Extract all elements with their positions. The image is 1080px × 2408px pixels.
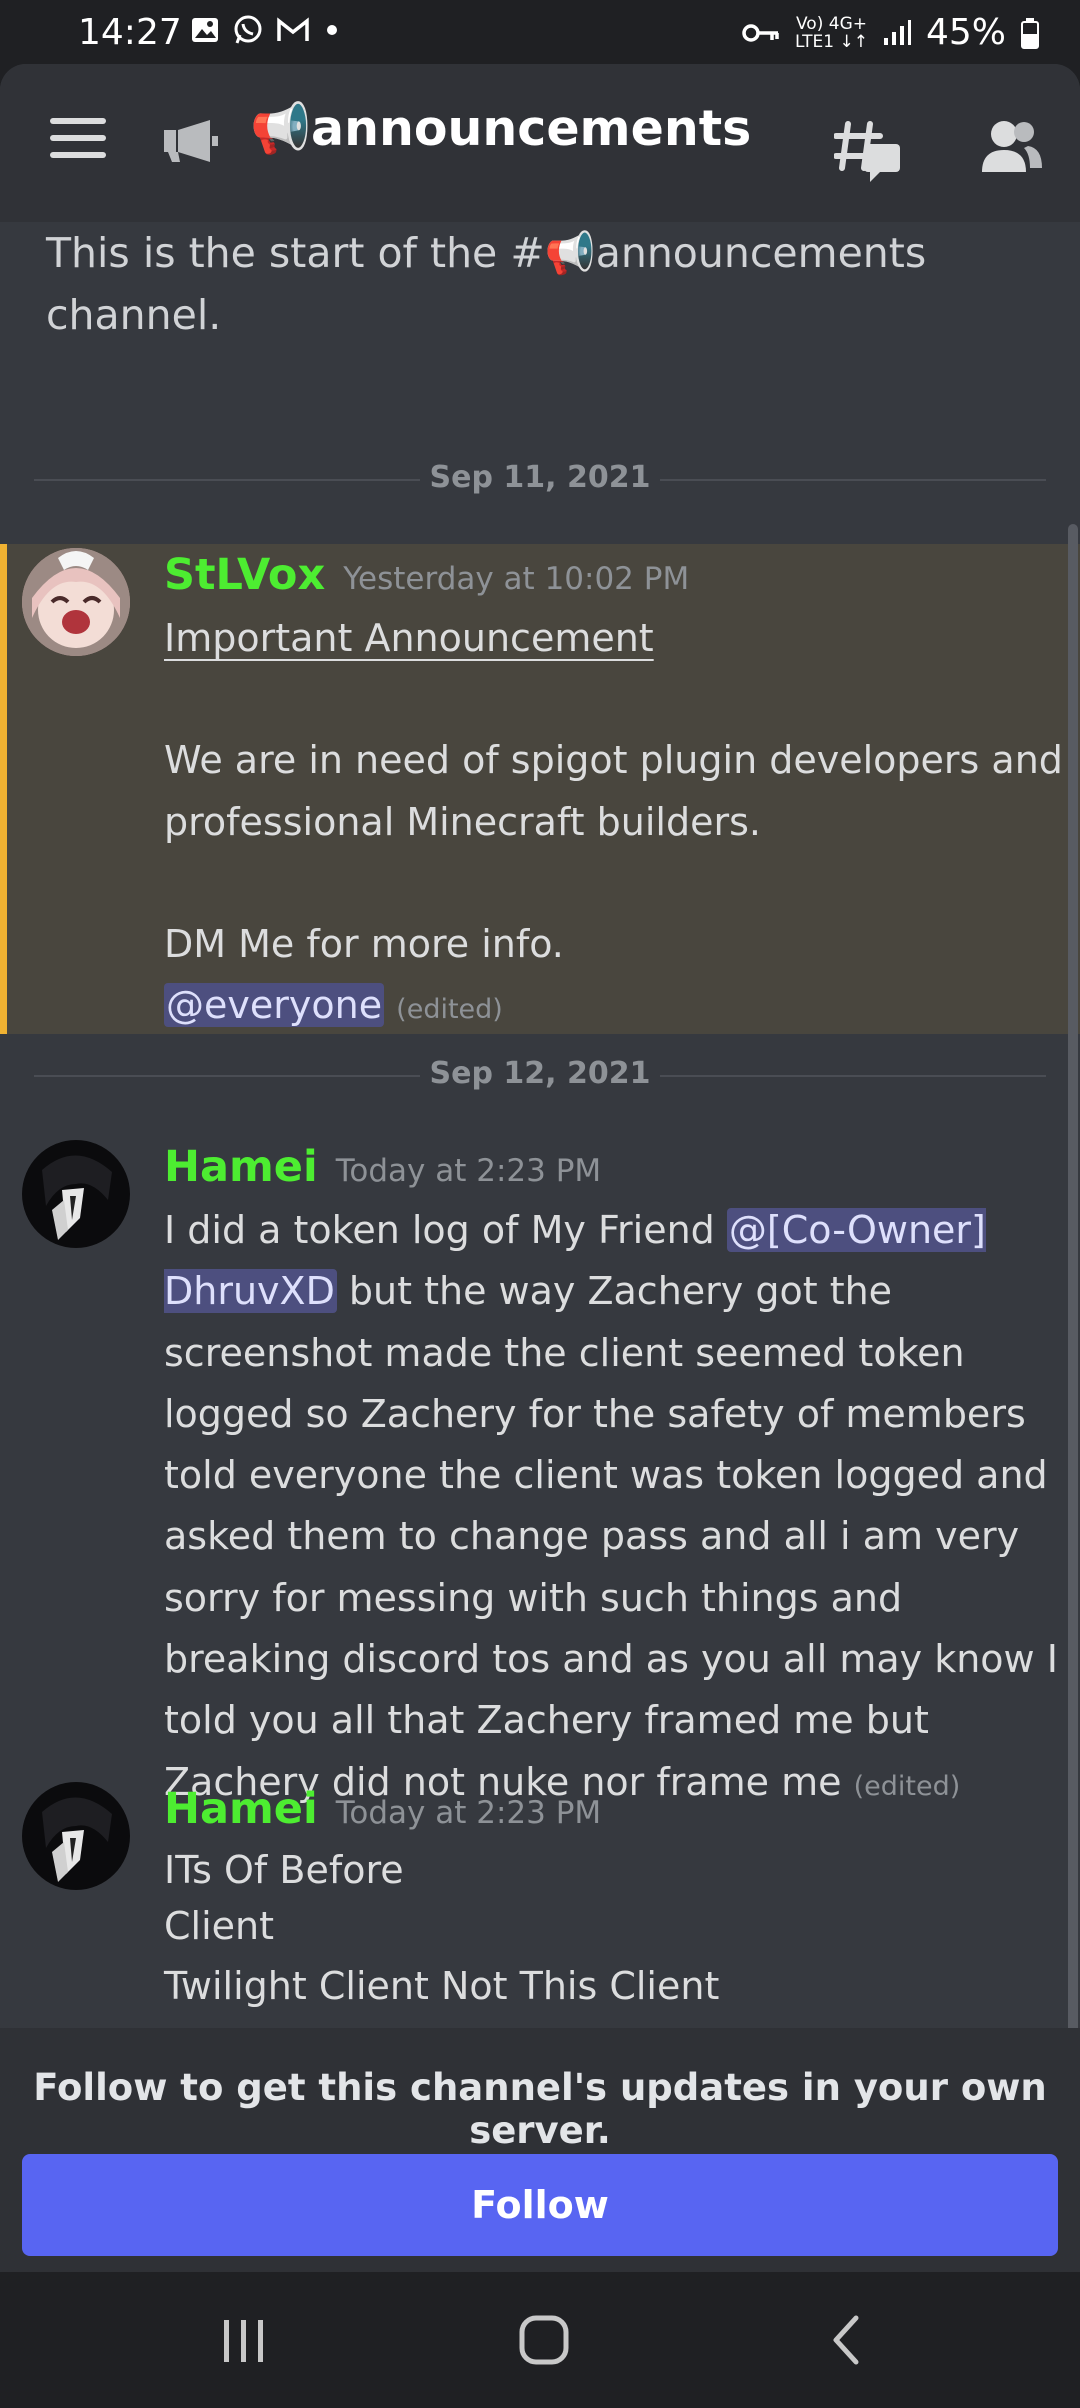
channel-start-text: This is the start of the #📢announcements… — [46, 229, 927, 339]
date-divider: Sep 12, 2021 — [34, 1056, 1046, 1096]
message-timestamp: Today at 2:23 PM — [335, 1153, 602, 1189]
announcement-paragraph: We are in need of spigot plugin develope… — [164, 738, 1063, 844]
avatar[interactable] — [22, 1140, 130, 1248]
system-nav-bar — [0, 2272, 1080, 2408]
home-icon[interactable] — [514, 2314, 574, 2368]
edited-label: (edited) — [396, 994, 503, 1026]
message-line: Twilight Client Not This Client — [164, 1964, 720, 2008]
network-type: Vo) 4G+ LTE1 ↓↑ — [795, 13, 868, 52]
message-line: ITs Of Before — [164, 1848, 404, 1892]
everyone-mention[interactable]: @everyone — [164, 983, 385, 1028]
recents-icon[interactable] — [214, 2314, 274, 2368]
announcement-channel-icon — [164, 120, 218, 162]
message-list[interactable]: This is the start of the #📢announcements… — [0, 222, 1080, 2028]
gallery-icon — [192, 18, 218, 42]
message-content: I did a token log of My Friend @[Co-Owne… — [164, 1208, 1058, 1804]
follow-panel: Follow to get this channel's updates in … — [0, 2028, 1080, 2272]
dot-icon — [327, 25, 337, 35]
status-time: 14:27 — [78, 12, 182, 53]
message-timestamp: Today at 2:23 PM — [335, 1795, 602, 1831]
message-content: Important Announcement We are in need of… — [164, 608, 1064, 1040]
status-bar: 14:27 Vo) 4G+ LTE1 ↓↑ 45% — [0, 0, 1080, 64]
avatar[interactable] — [22, 1782, 130, 1890]
message-author[interactable]: StLVox Yesterday at 10:02 PM — [164, 550, 689, 600]
divider-date: Sep 12, 2021 — [429, 1056, 651, 1091]
notification-icons — [190, 14, 342, 46]
channel-title: 📢announcements — [250, 100, 752, 157]
edited-label: (edited) — [853, 1770, 961, 1802]
battery-percent: 45% — [925, 12, 1006, 53]
follow-button[interactable]: Follow — [22, 2154, 1058, 2256]
announcement-contact: DM Me for more info. — [164, 921, 564, 966]
signal-icon — [883, 19, 911, 45]
menu-icon[interactable] — [50, 118, 106, 158]
message-author[interactable]: Hamei Today at 2:23 PM — [164, 1784, 601, 1834]
message-content: ITs Of Before Client Twilight Client Not… — [164, 1842, 1064, 2014]
members-icon[interactable] — [980, 118, 1044, 174]
whatsapp-icon — [234, 15, 262, 44]
battery-icon — [1021, 17, 1039, 49]
scrollbar[interactable] — [1068, 524, 1078, 2084]
date-divider: Sep 11, 2021 — [34, 460, 1046, 500]
highlight-bar — [0, 544, 7, 1034]
channel-header: 📢announcements — [0, 64, 1080, 222]
divider-date: Sep 11, 2021 — [429, 460, 651, 495]
announcement-heading: Important Announcement — [164, 616, 654, 660]
status-right: Vo) 4G+ LTE1 ↓↑ 45% — [741, 12, 1040, 53]
message-timestamp: Yesterday at 10:02 PM — [343, 561, 690, 597]
gmail-icon — [277, 17, 309, 41]
follow-prompt: Follow to get this channel's updates in … — [33, 2066, 1047, 2152]
vpn-key-icon — [742, 23, 779, 42]
avatar[interactable] — [22, 548, 130, 656]
discord-app: 📢announcements This is the start of the … — [0, 64, 1080, 2272]
message-line: Client — [164, 1904, 275, 1948]
threads-icon[interactable] — [834, 116, 904, 186]
message-author[interactable]: Hamei Today at 2:23 PM — [164, 1142, 601, 1192]
back-icon[interactable] — [818, 2314, 878, 2368]
